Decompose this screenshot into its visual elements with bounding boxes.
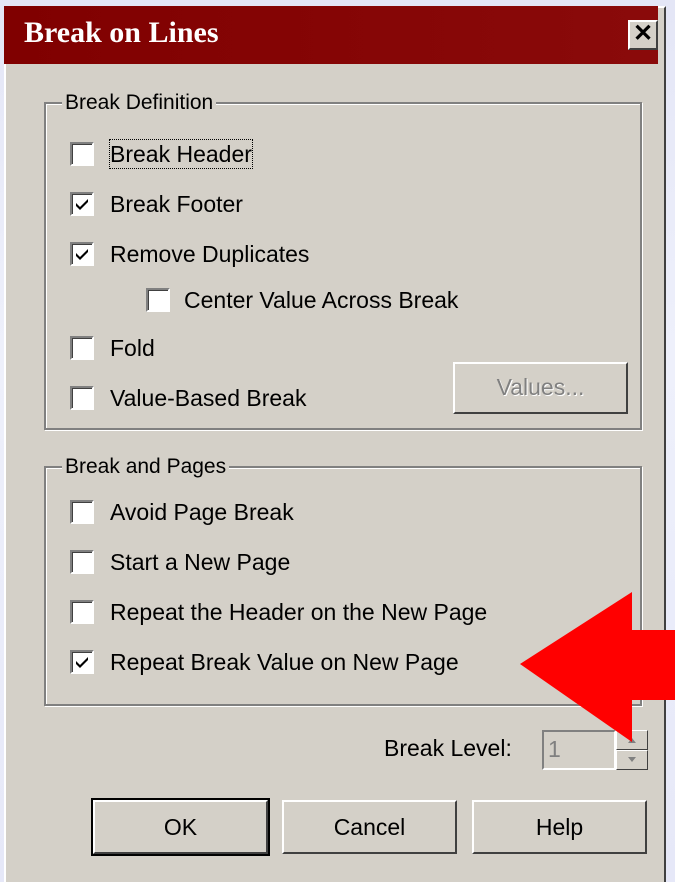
start-new-page-checkbox[interactable] xyxy=(70,550,94,574)
break-level-label: Break Level: xyxy=(384,735,512,761)
fold-checkbox[interactable] xyxy=(70,336,94,360)
start-new-page-label[interactable]: Start a New Page xyxy=(110,548,290,576)
repeat-break-value-label[interactable]: Repeat Break Value on New Page xyxy=(110,648,459,676)
avoid-page-break-label[interactable]: Avoid Page Break xyxy=(110,498,294,526)
repeat-header-label[interactable]: Repeat the Header on the New Page xyxy=(110,598,487,626)
remove-duplicates-checkbox[interactable] xyxy=(70,242,94,266)
center-value-checkbox[interactable] xyxy=(146,288,170,312)
remove-duplicates-label[interactable]: Remove Duplicates xyxy=(110,240,309,268)
checkmark-icon xyxy=(76,657,88,668)
red-arrow-icon xyxy=(520,592,675,742)
title-bar: Break on Lines xyxy=(4,6,658,64)
avoid-page-break-checkbox[interactable] xyxy=(70,500,94,524)
break-footer-checkbox[interactable] xyxy=(70,192,94,216)
close-button[interactable]: ✕ xyxy=(628,20,658,50)
break-definition-legend: Break Definition xyxy=(62,90,217,116)
chevron-down-icon xyxy=(628,757,636,762)
ok-button[interactable]: OK xyxy=(91,798,270,856)
center-value-label[interactable]: Center Value Across Break xyxy=(184,286,458,314)
break-and-pages-legend: Break and Pages xyxy=(62,454,230,480)
break-header-checkbox[interactable] xyxy=(70,142,94,166)
checkmark-icon xyxy=(76,249,88,260)
values-button[interactable]: Values... xyxy=(453,362,628,414)
break-level-down-button[interactable] xyxy=(616,750,648,770)
repeat-break-value-checkbox[interactable] xyxy=(70,650,94,674)
break-header-label[interactable]: Break Header xyxy=(109,139,253,169)
value-based-break-label[interactable]: Value-Based Break xyxy=(110,384,306,412)
close-icon: ✕ xyxy=(632,20,654,47)
repeat-header-checkbox[interactable] xyxy=(70,600,94,624)
break-footer-label[interactable]: Break Footer xyxy=(110,190,243,218)
value-based-break-checkbox[interactable] xyxy=(70,386,94,410)
dialog-title: Break on Lines xyxy=(24,16,219,49)
cancel-button[interactable]: Cancel xyxy=(282,800,457,854)
help-button[interactable]: Help xyxy=(472,800,647,854)
checkmark-icon xyxy=(76,199,88,210)
fold-label[interactable]: Fold xyxy=(110,334,155,362)
